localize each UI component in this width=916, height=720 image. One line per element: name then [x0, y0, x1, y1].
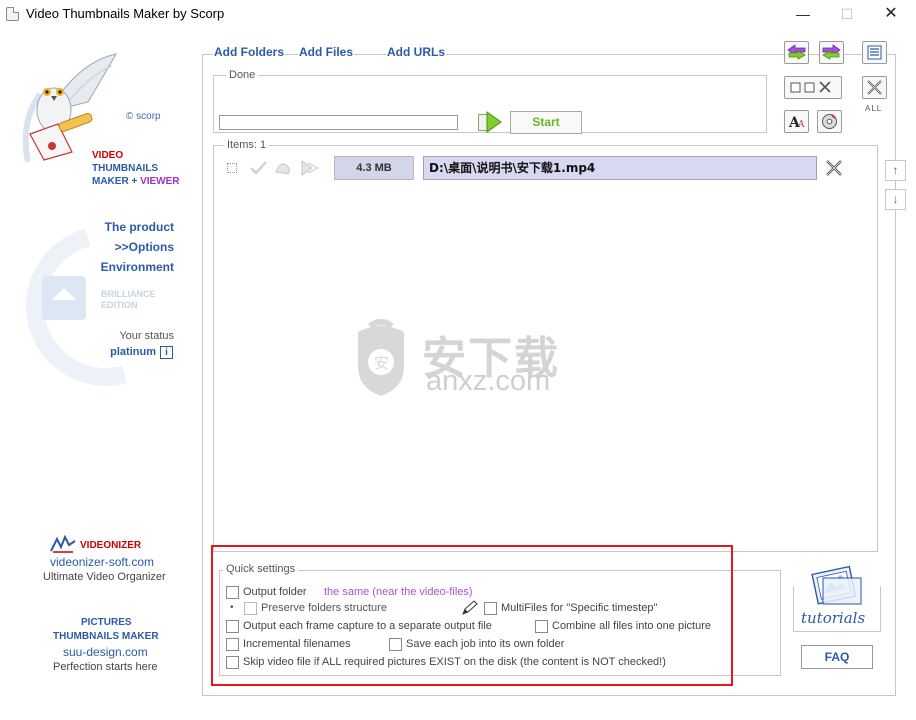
product-name-maker: MAKER + [92, 176, 141, 187]
tutorials-icon[interactable] [803, 564, 867, 608]
watermark-url: anxz.com [426, 365, 551, 397]
app-icon [6, 7, 19, 21]
nav-options[interactable]: >>Options [115, 240, 174, 254]
faq-button[interactable]: FAQ [801, 645, 873, 669]
highlight-annotation [211, 545, 733, 686]
checkbox-group-icon [790, 81, 831, 93]
move-right-button[interactable] [819, 41, 844, 64]
minimize-button[interactable]: — [780, 0, 826, 28]
window-title: Video Thumbnails Maker by Scorp [26, 6, 225, 21]
play-icon[interactable] [485, 110, 503, 134]
product-name-line3: MAKER + VIEWER [92, 176, 180, 187]
font-settings-button[interactable]: A A [784, 110, 809, 133]
progress-status: Done [226, 69, 259, 81]
videonizer-tagline: Ultimate Video Organizer [43, 571, 166, 583]
ptm-tagline: Perfection starts here [53, 661, 158, 673]
arrow-left-icon [787, 44, 806, 60]
videonizer-name[interactable]: VIDEONIZER [80, 540, 141, 551]
ptm-url[interactable]: suu-design.com [63, 645, 148, 659]
progress-bar [219, 115, 458, 130]
brilliance-edition-icon[interactable] [42, 276, 86, 320]
check-icon [250, 161, 267, 175]
edition-line1: BRILLIANCE [101, 289, 156, 299]
nav-environment[interactable]: Environment [101, 260, 174, 274]
close-icon [867, 80, 882, 95]
videonizer-url[interactable]: videonizer-soft.com [50, 555, 154, 569]
add-files-link[interactable]: Add Files [298, 45, 355, 59]
all-label: ALL [865, 104, 883, 113]
add-folders-link[interactable]: Add Folders [213, 45, 286, 59]
add-urls-link[interactable]: Add URLs [386, 45, 446, 59]
items-count: Items: 1 [224, 139, 270, 151]
select-toggle-button[interactable] [784, 76, 842, 99]
close-button[interactable]: ✕ [868, 0, 914, 28]
maximize-button[interactable]: ☐ [824, 0, 870, 28]
status-value: platinum [110, 346, 156, 358]
font-icon: A A [788, 115, 805, 131]
disc-icon [822, 114, 837, 129]
list-icon [867, 45, 882, 60]
product-name-viewer: VIEWER [140, 176, 180, 187]
owl-logo-icon [22, 53, 117, 163]
author-label: © scorp [126, 111, 161, 122]
product-name-line2: THUMBNAILS [92, 163, 159, 174]
move-up-button[interactable]: ↑ [885, 160, 906, 181]
item-status-icons [250, 160, 320, 176]
owl-small-icon [275, 163, 291, 175]
status-label: Your status [119, 330, 174, 342]
videonizer-logo-icon [50, 535, 76, 553]
edition-line2: EDITION [101, 300, 138, 310]
list-view-button[interactable] [862, 41, 887, 64]
watermark-shield-icon: 安 [358, 319, 404, 396]
item-checkbox[interactable] [227, 163, 237, 173]
title-bar: Video Thumbnails Maker by Scorp — ☐ ✕ [0, 0, 916, 28]
play-small-icon [301, 160, 313, 176]
svg-text:安: 安 [374, 354, 389, 372]
item-size: 4.3 MB [334, 156, 414, 180]
remove-all-button[interactable] [862, 76, 887, 99]
remove-item-icon[interactable] [823, 158, 845, 178]
tutorials-link[interactable]: tutorials [801, 609, 865, 627]
product-name-line1: VIDEO [92, 150, 124, 161]
info-icon[interactable]: i [160, 346, 173, 359]
disc-button[interactable] [817, 110, 842, 133]
edition-label: BRILLIANCE EDITION [101, 289, 156, 311]
nav-the-product[interactable]: The product [105, 220, 174, 234]
ptm-name-line2[interactable]: THUMBNAILS MAKER [53, 631, 159, 642]
ptm-name-line1[interactable]: PICTURES [81, 617, 132, 628]
svg-text:A: A [797, 120, 805, 130]
move-down-button[interactable]: ↓ [885, 189, 906, 210]
item-path[interactable]: D:\桌面\说明书\安下载1.mp4 [423, 156, 817, 180]
move-left-button[interactable] [784, 41, 809, 64]
arrow-right-icon [822, 44, 841, 60]
start-button[interactable]: Start [510, 111, 582, 134]
